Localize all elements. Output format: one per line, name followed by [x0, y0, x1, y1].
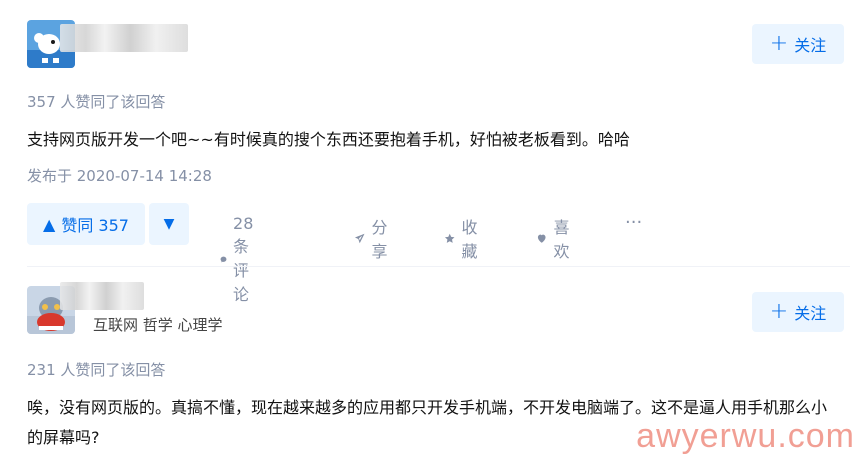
author-name-blurred[interactable]: [60, 282, 144, 310]
star-icon: [444, 233, 455, 243]
heart-icon: [537, 234, 546, 243]
answer-card: + 关注 357 人赞同了该回答 支持网页版开发一个吧~~有时候真的搜个东西还要…: [0, 0, 865, 304]
vote-down-button[interactable]: ▼: [149, 203, 189, 245]
plus-icon: +: [769, 31, 789, 56]
answer-content: 支持网页版开发一个吧~~有时候真的搜个东西还要抱着手机，好怕被老板看到。哈哈: [27, 130, 630, 149]
collect-button[interactable]: 收藏: [444, 214, 483, 262]
votes-summary: 231 人赞同了该回答: [27, 361, 166, 379]
share-button[interactable]: 分享: [354, 214, 393, 262]
follow-label: 关注: [794, 36, 827, 55]
follow-button[interactable]: + 关注: [752, 24, 844, 64]
author-tags: 互联网 哲学 心理学: [93, 316, 223, 334]
votes-summary: 357 人赞同了该回答: [27, 93, 166, 111]
vote-up-label: 赞同 357: [61, 216, 129, 235]
triangle-down-icon: ▼: [163, 216, 175, 232]
share-label: 分享: [371, 218, 388, 261]
more-icon: ···: [625, 212, 643, 233]
more-button[interactable]: ···: [625, 212, 642, 233]
share-icon: [354, 233, 365, 243]
plus-icon: +: [769, 299, 789, 324]
collect-label: 收藏: [461, 218, 478, 261]
publish-date[interactable]: 发布于 2020-07-14 14:28: [27, 165, 212, 186]
follow-label: 关注: [794, 304, 827, 323]
watermark: awyerwu.com: [636, 417, 855, 455]
vote-up-button[interactable]: ▲ 赞同 357: [27, 203, 145, 245]
follow-button[interactable]: + 关注: [752, 292, 844, 332]
like-label: 喜欢: [553, 218, 570, 261]
author-name-blurred[interactable]: [60, 24, 188, 52]
triangle-up-icon: ▲: [43, 214, 56, 234]
like-button[interactable]: 喜欢: [536, 214, 575, 262]
